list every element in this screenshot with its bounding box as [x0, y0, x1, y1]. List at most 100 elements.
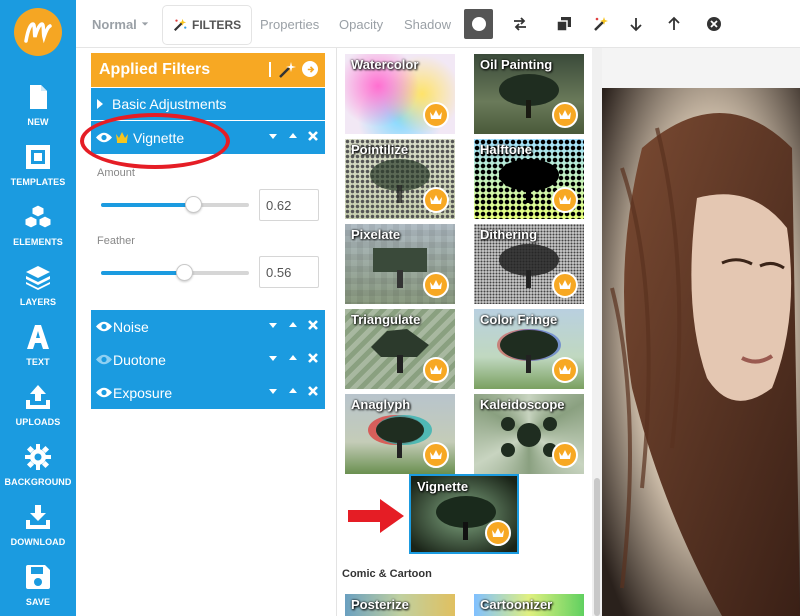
annotation-arrow-icon — [348, 499, 404, 533]
row-controls — [267, 130, 319, 142]
filter-thumb-vignette[interactable]: Vignette — [409, 474, 519, 554]
filters-tab[interactable]: FILTERS — [162, 5, 253, 45]
sidebar-item-uploads[interactable]: UPLOADS — [0, 384, 76, 444]
vignette-settings: Amount Feather — [91, 154, 325, 304]
arrow-up-icon — [668, 16, 680, 30]
left-sidebar: NEW TEMPLATES ELEMENTS LAYERS TEXT UPLOA… — [0, 0, 76, 616]
eye-icon[interactable] — [96, 354, 112, 365]
crown-badge-icon — [552, 357, 578, 383]
move-up-button[interactable] — [660, 0, 688, 48]
shape-circle-button[interactable] — [464, 9, 493, 39]
scrollbar-thumb[interactable] — [594, 478, 600, 616]
sidebar-item-background[interactable]: BACKGROUND — [0, 444, 76, 504]
canvas-photo[interactable] — [602, 88, 800, 616]
amount-slider-handle[interactable] — [184, 196, 202, 213]
sidebar-item-save[interactable]: SAVE — [0, 564, 76, 616]
filter-thumb-posterize[interactable]: Posterize — [345, 594, 455, 616]
sidebar-item-new[interactable]: NEW — [0, 84, 76, 144]
blend-mode-select[interactable]: Normal — [92, 0, 149, 48]
header-divider — [269, 62, 271, 77]
feather-value-input[interactable] — [259, 256, 319, 288]
properties-tab[interactable]: Properties — [260, 0, 319, 48]
filter-name: Duotone — [113, 351, 166, 368]
arrow-down-icon — [630, 18, 642, 32]
design-canvas[interactable] — [602, 48, 800, 616]
sidebar-item-templates[interactable]: TEMPLATES — [0, 144, 76, 204]
magic-effect-button[interactable] — [587, 0, 615, 48]
eye-icon[interactable] — [96, 321, 112, 332]
caret-up-icon[interactable] — [287, 385, 299, 397]
row-controls — [267, 319, 319, 331]
crown-badge-icon — [423, 442, 449, 468]
filter-thumb-anaglyph[interactable]: Anaglyph — [345, 394, 455, 474]
magic-wand-icon[interactable] — [277, 60, 297, 80]
filter-thumb-dithering[interactable]: Dithering — [474, 224, 584, 304]
feather-slider[interactable] — [101, 264, 249, 281]
caret-up-icon[interactable] — [287, 319, 299, 331]
duplicate-icon — [556, 17, 571, 32]
thumb-label: Color Fringe — [480, 312, 558, 327]
filter-thumb-cartoonizer[interactable]: Cartoonizer — [474, 594, 584, 616]
filter-thumb-triangulate[interactable]: Triangulate — [345, 309, 455, 389]
panel-title: Applied Filters — [99, 61, 211, 78]
filter-thumb-pixelate[interactable]: Pixelate — [345, 224, 455, 304]
feather-label: Feather — [97, 235, 135, 247]
amount-value-input[interactable] — [259, 189, 319, 221]
row-controls — [267, 352, 319, 364]
amount-slider[interactable] — [101, 196, 249, 213]
caret-down-icon[interactable] — [267, 319, 279, 331]
delete-button[interactable] — [700, 0, 728, 48]
shadow-tab[interactable]: Shadow — [404, 0, 451, 48]
caret-down-icon[interactable] — [267, 385, 279, 397]
blend-mode-value: Normal — [92, 16, 137, 32]
feather-slider-handle[interactable] — [175, 264, 193, 281]
close-icon[interactable] — [307, 352, 319, 364]
filter-thumb-halftone[interactable]: Halftone — [474, 139, 584, 219]
thumb-label: Cartoonizer — [480, 597, 553, 612]
filter-thumb-watercolor[interactable]: Watercolor — [345, 54, 455, 134]
caret-down-icon[interactable] — [267, 352, 279, 364]
sidebar-item-text[interactable]: TEXT — [0, 324, 76, 384]
close-icon[interactable] — [307, 319, 319, 331]
caret-up-icon[interactable] — [287, 352, 299, 364]
thumb-label: Pointilize — [351, 142, 409, 157]
caret-down-icon[interactable] — [267, 130, 279, 142]
close-icon[interactable] — [307, 385, 319, 397]
sidebar-item-label: TEMPLATES — [10, 177, 66, 187]
eye-icon[interactable] — [96, 387, 112, 398]
properties-tab-label: Properties — [260, 16, 320, 32]
duplicate-button[interactable] — [550, 0, 578, 48]
filter-name: Basic Adjustments — [112, 96, 227, 112]
sidebar-item-layers[interactable]: LAYERS — [0, 264, 76, 324]
thumb-label: Pixelate — [351, 227, 401, 242]
upload-icon — [26, 385, 50, 409]
thumb-label: Watercolor — [351, 57, 419, 72]
flip-button[interactable] — [506, 0, 534, 48]
crown-badge-icon — [423, 272, 449, 298]
sidebar-item-download[interactable]: DOWNLOAD — [0, 504, 76, 564]
filter-row-noise[interactable]: Noise — [91, 310, 325, 343]
annotation-circle — [80, 113, 230, 169]
opacity-tab[interactable]: Opacity — [339, 0, 383, 48]
filter-row-duotone[interactable]: Duotone — [91, 343, 325, 376]
top-toolbar: Normal FILTERS Properties Opacity Shadow — [76, 0, 800, 48]
grid-scrollbar[interactable] — [592, 48, 602, 616]
sidebar-item-elements[interactable]: ELEMENTS — [0, 204, 76, 264]
arrow-right-circle-icon[interactable] — [302, 61, 318, 77]
crown-badge-icon — [552, 272, 578, 298]
filter-thumb-oil-painting[interactable]: Oil Painting — [474, 54, 584, 134]
gear-icon — [25, 444, 51, 470]
filter-thumb-color-fringe[interactable]: Color Fringe — [474, 309, 584, 389]
thumb-label: Posterize — [351, 597, 409, 612]
caret-up-icon[interactable] — [287, 130, 299, 142]
move-down-button[interactable] — [622, 0, 650, 48]
close-icon[interactable] — [307, 130, 319, 142]
elements-cubes-icon — [25, 204, 51, 229]
filter-row-exposure[interactable]: Exposure — [91, 376, 325, 409]
magic-wand-icon — [173, 18, 187, 32]
filters-tab-label: FILTERS — [192, 18, 242, 32]
filter-thumb-pointilize[interactable]: Pointilize — [345, 139, 455, 219]
sidebar-item-label: UPLOADS — [15, 417, 61, 427]
crown-badge-icon — [552, 102, 578, 128]
filter-thumb-kaleidoscope[interactable]: Kaleidoscope — [474, 394, 584, 474]
